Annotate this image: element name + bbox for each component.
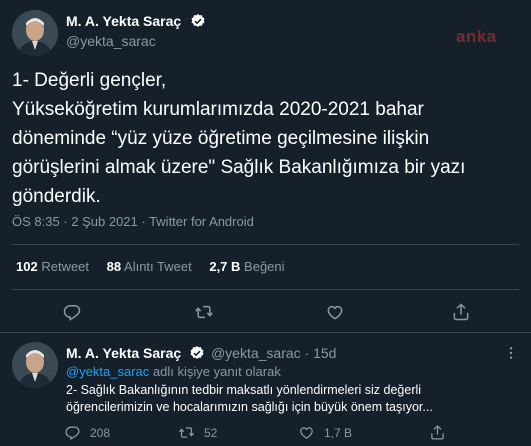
share-icon[interactable] [429,424,446,441]
reply-avatar[interactable] [12,342,58,388]
tweet-text-line: gönderdik. [12,186,101,207]
tweet-text-line: Yükseköğretim kurumlarımızda 2020-2021 b… [12,99,424,120]
reply-author-name[interactable]: M. A. Yekta Saraç [66,345,181,361]
quote-label: Alıntı Tweet [124,259,192,274]
replying-to: @yekta_sarac adlı kişiye yanıt olarak [66,364,281,379]
reply-action-retweet[interactable]: 52 [178,424,217,441]
like-stat[interactable]: 2,7 B Beğeni [209,259,284,274]
reply-retweet-count: 52 [204,425,218,440]
like-label: Beğeni [244,259,285,274]
reply-text-line: öğrencilerimizin ve hocalarımızın sağlığ… [66,400,433,414]
divider [0,332,531,333]
retweet-icon [178,424,195,441]
watermark-logo: anka [456,27,497,46]
reply-action-like[interactable]: 1,7 B [298,424,352,441]
divider [12,244,519,245]
like-count: 2,7 B [209,259,241,274]
tweet-text-line: 1- Değerli gençler, [12,70,167,91]
quote-stat[interactable]: 88 Alıntı Tweet [107,259,196,274]
like-icon[interactable] [325,302,345,322]
retweet-stat[interactable]: 102 Retweet [16,259,93,274]
verified-badge-icon [189,345,205,364]
replying-to-label: adlı kişiye yanıt olarak [152,364,281,379]
verified-badge-icon [190,13,206,34]
tweet-meta[interactable]: ÖS 8:35 · 2 Şub 2021 · Twitter for Andro… [12,214,254,229]
avatar[interactable] [12,10,58,56]
tweet-text-line: döneminde “yüz yüze öğretime geçilmesine… [12,128,430,149]
author-name[interactable]: M. A. Yekta Saraç [66,13,181,29]
stats-row: 102 Retweet 88 Alıntı Tweet 2,7 B Beğeni [16,259,285,274]
author-name-row: M. A. Yekta Saraç [66,13,206,31]
tweet-text: 1- Değerli gençler, Yükseköğretim kuruml… [12,66,517,211]
reply-text-line: 2- Sağlık Bakanlığının tedbir maksatlı y… [66,383,422,397]
retweet-count: 102 [16,259,38,274]
like-icon [298,424,315,441]
replying-to-handle[interactable]: @yekta_sarac [66,364,149,379]
more-options-icon[interactable] [503,345,519,361]
divider [12,289,519,290]
reply-icon [64,424,81,441]
reply-action-reply[interactable]: 208 [64,424,110,441]
reply-header: M. A. Yekta Saraç @yekta_sarac · 15d [66,345,336,364]
reply-text: 2- Sağlık Bakanlığının tedbir maksatlı y… [66,382,521,416]
reply-like-count: 1,7 B [324,425,353,440]
tweet-text-line: görüşlerini almak üzere" Sağlık Bakanlığ… [12,157,466,178]
reply-handle-time[interactable]: @yekta_sarac · 15d [211,345,337,361]
retweet-icon[interactable] [194,302,214,322]
quote-count: 88 [106,259,122,274]
author-handle[interactable]: @yekta_sarac [66,33,156,49]
reply-icon[interactable] [62,302,82,322]
share-icon[interactable] [451,302,471,322]
retweet-label: Retweet [41,259,90,274]
reply-count: 208 [90,425,111,440]
